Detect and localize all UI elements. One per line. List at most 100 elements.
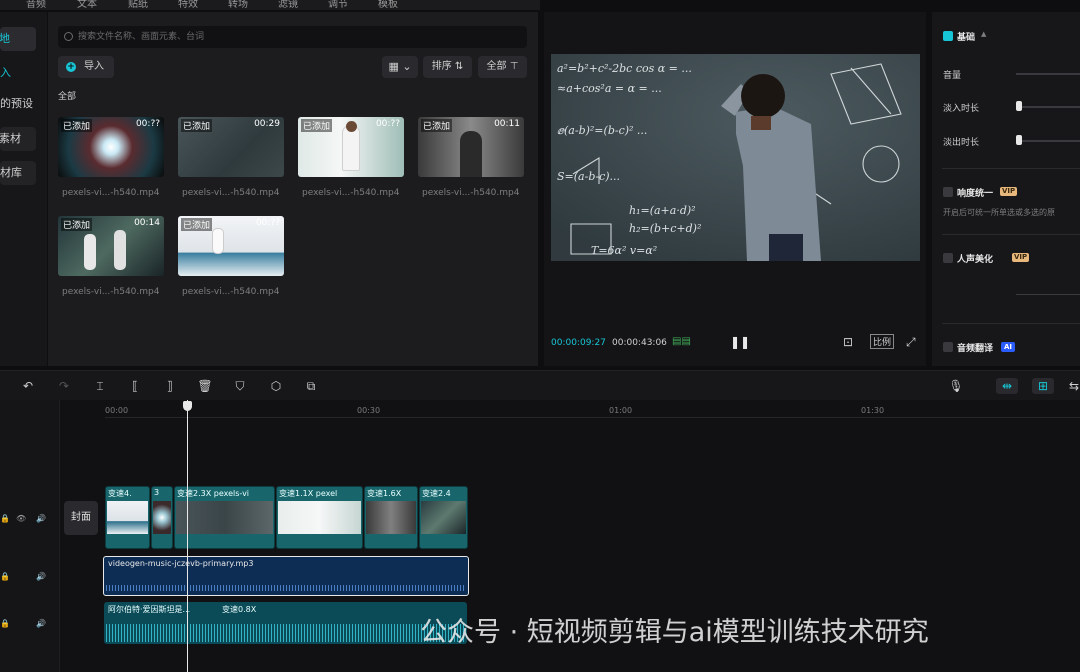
media-thumbnail[interactable]: 已添加 00:14 (58, 216, 164, 276)
fade-in-slider[interactable] (1016, 106, 1080, 108)
ratio-button[interactable]: 比例 (870, 334, 895, 349)
sidebar-item-local[interactable]: 本地 (0, 27, 36, 51)
delete-icon[interactable]: 🗑 (197, 378, 213, 394)
chevron-up-icon[interactable]: ▲ (981, 30, 986, 38)
lock-icon[interactable]: 🔒 (0, 514, 10, 523)
media-thumbnail[interactable]: 已添加 00:?? (298, 117, 404, 177)
fade-out-slider-handle[interactable] (1016, 135, 1022, 145)
media-name: pexels-vi...-h540.mp4 (182, 188, 280, 198)
speaker-icon[interactable]: 🔊 (36, 514, 46, 523)
clip-label: 变速4. (108, 489, 132, 498)
volume-slider[interactable] (1016, 73, 1080, 75)
divider (942, 168, 1080, 169)
basic-checkbox[interactable] (943, 31, 953, 41)
video-clip[interactable]: 变速2.3X pexels-vi (174, 486, 275, 549)
speaker-icon[interactable]: 🔊 (36, 619, 46, 628)
loudness-description: 开启后可统一所单选或多选的原 (943, 208, 1055, 217)
sidebar-item-import[interactable]: 导入 (0, 61, 36, 85)
media-thumbnail[interactable]: 已添加 00:?? (58, 117, 164, 177)
eye-icon[interactable]: 👁 (16, 514, 26, 523)
duration-label: 00:?? (255, 218, 280, 228)
formula-line: h₂=(b+c+d)² (629, 222, 701, 235)
preview-panel: a²=b²+c²-2bc cos α = ... ≈a+cos²a = α = … (544, 12, 926, 366)
ruler-baseline (105, 417, 1080, 418)
duration-label: 00:29 (254, 119, 280, 129)
sort-button[interactable]: 排序 ⇅ (423, 56, 472, 78)
duration-label: 00:14 (134, 218, 160, 228)
lock-icon[interactable]: 🔒 (0, 619, 10, 628)
pause-icon[interactable]: ❚❚ (730, 335, 750, 349)
fullscreen-icon[interactable]: ⤢ (906, 335, 916, 350)
fade-in-slider-handle[interactable] (1016, 101, 1022, 111)
redo-icon[interactable]: ↷ (56, 378, 72, 394)
preview-axis-icon[interactable]: ⇆ (1066, 378, 1080, 394)
search-input[interactable]: 搜索文件名称、画面元素、台词 (58, 26, 527, 48)
video-preview[interactable]: a²=b²+c²-2bc cos α = ... ≈a+cos²a = α = … (551, 54, 920, 261)
clip-label: 变速1.1X pexel (279, 489, 338, 498)
narration-label: 阿尔伯特·爱因斯坦是... (108, 605, 191, 614)
playhead-handle[interactable] (183, 401, 192, 411)
split-right-icon[interactable]: ⟧ (162, 378, 178, 394)
view-toggle-button[interactable]: ▦ ⌄ (382, 56, 418, 78)
sidebar-item-materials[interactable]: 素材 (0, 127, 36, 151)
video-clip[interactable]: 3 (151, 486, 173, 549)
media-name: pexels-vi...-h540.mp4 (302, 188, 400, 198)
voice-beauty-checkbox[interactable] (943, 253, 953, 263)
lock-icon[interactable]: 🔒 (0, 572, 10, 581)
split-left-icon[interactable]: ⟦ (127, 378, 143, 394)
undo-icon[interactable]: ↶ (20, 378, 36, 394)
tab-effects[interactable]: 特效 (178, 0, 198, 10)
crop-icon[interactable]: ⧉ (303, 378, 319, 394)
video-clip[interactable]: 变速2.4 (419, 486, 468, 549)
sidebar-item-library[interactable]: 素材库 (0, 161, 36, 185)
video-clip[interactable]: 变速1.1X pexel (276, 486, 363, 549)
formula-line: S=(a-b-c)... (557, 170, 620, 183)
voice-beauty-slider[interactable] (1016, 294, 1080, 295)
sidebar-item-presets[interactable]: 我的预设 (0, 92, 36, 116)
tab-adjust[interactable]: 调节 (328, 0, 348, 10)
shield-icon[interactable]: ⬡ (268, 378, 284, 394)
cover-button[interactable]: 封面 (64, 501, 98, 535)
link-main-track-icon[interactable]: ⇹ (996, 378, 1018, 394)
filter-button[interactable]: 全部 ⊤ (478, 56, 527, 78)
tab-transitions[interactable]: 转场 (228, 0, 248, 10)
audio-waveform (106, 624, 465, 642)
split-icon[interactable]: ⌶ (92, 378, 108, 394)
microphone-icon[interactable]: 🎙 (948, 378, 964, 394)
mark-icon[interactable]: ⛉ (232, 378, 248, 394)
media-thumbnail[interactable]: 已添加 00:29 (178, 117, 284, 177)
basic-label: 基础 (957, 33, 976, 43)
tab-templates[interactable]: 模板 (378, 0, 398, 10)
media-thumbnail[interactable]: 已添加 00:11 (418, 117, 524, 177)
playhead[interactable] (187, 400, 188, 672)
added-badge: 已添加 (181, 119, 213, 132)
loudness-label: 响度统一 (957, 189, 994, 199)
tab-filters[interactable]: 滤镜 (278, 0, 298, 10)
video-clip[interactable]: 变速1.6X (364, 486, 418, 549)
media-sidebar: 本地 导入 我的预设 素材 素材库 (0, 12, 47, 366)
sort-icon: ⇅ (454, 61, 464, 72)
top-tab-bar: 音频 文本 贴纸 特效 转场 滤镜 调节 模板 (0, 0, 540, 10)
audio-clip[interactable]: videogen-music-jczevb-primary.mp3 (103, 556, 469, 596)
ruler-label: 00:00 (105, 406, 129, 415)
filter-label: 全部 (486, 61, 507, 72)
import-label: 导入 (84, 61, 104, 72)
formula-line: h₁=(a+a·d)² (629, 204, 696, 217)
watermark: 公众号 · 短视频剪辑与ai模型训练技术研究 (420, 617, 929, 648)
fit-screen-icon[interactable]: ⊡ (843, 335, 853, 349)
fade-out-slider[interactable] (1016, 140, 1080, 142)
added-badge: 已添加 (421, 119, 453, 132)
duration-label: 00:?? (135, 119, 160, 129)
tab-stickers[interactable]: 贴纸 (128, 0, 148, 10)
import-button[interactable]: + 导入 (58, 56, 114, 78)
speaker-icon[interactable]: 🔊 (36, 572, 46, 581)
tab-audio[interactable]: 音频 (26, 0, 46, 10)
translate-checkbox[interactable] (943, 342, 953, 352)
tab-text[interactable]: 文本 (77, 0, 97, 10)
speed-label: 变速0.8X (222, 605, 257, 614)
snap-icon[interactable]: ⊞ (1032, 378, 1054, 394)
loudness-checkbox[interactable] (943, 187, 953, 197)
video-clip[interactable]: 变速4. (105, 486, 150, 549)
audio-clip-narration[interactable]: 阿尔伯特·爱因斯坦是... 变速0.8X (104, 602, 467, 644)
media-thumbnail[interactable]: 已添加 00:?? (178, 216, 284, 276)
